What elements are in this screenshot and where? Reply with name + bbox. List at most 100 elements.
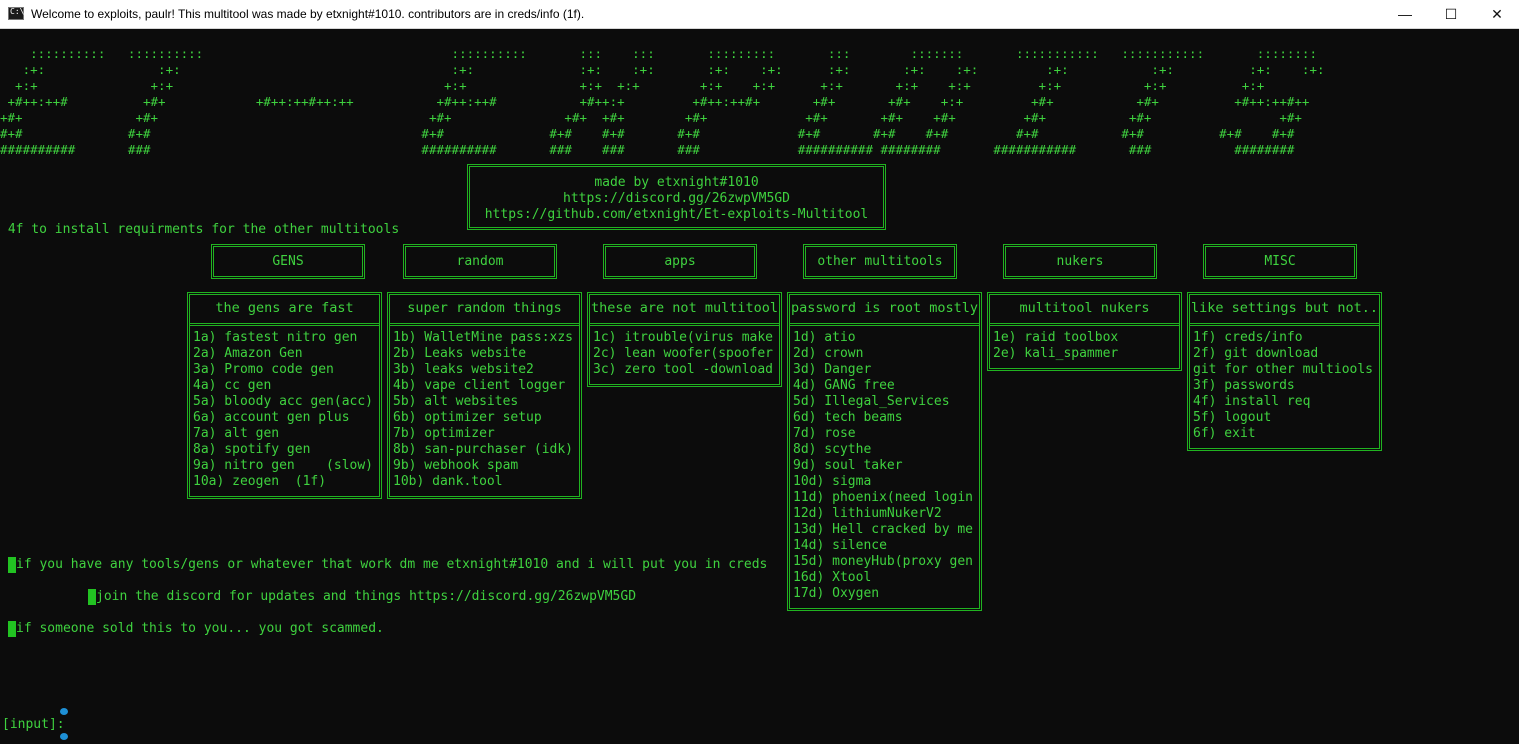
banner-line: :::::::::: :::::::::: :::::::::: ::: :::… (0, 46, 1317, 61)
menu-option: 2c) lean woofer(spoofer (593, 346, 774, 361)
menu-option: 2a) Amazon Gen (193, 346, 303, 361)
menu-option: 1d) atio (793, 330, 856, 345)
menu-option: 2b) Leaks website (393, 346, 527, 361)
maximize-button[interactable]: ☐ (1428, 0, 1474, 28)
window-title: Welcome to exploits, paulr! This multito… (31, 7, 585, 21)
menu-option: 5d) Illegal_Services (793, 394, 950, 409)
category-apps: apps (603, 244, 757, 279)
menu-option: 7a) alt gen (193, 426, 280, 441)
text-cursor-block (8, 621, 16, 637)
menu-option: 1e) raid toolbox (993, 330, 1119, 345)
panel-nukers: multitool nukers 1e) raid toolbox 2e) ka… (987, 292, 1182, 371)
menu-option: 10d) sigma (793, 474, 872, 489)
category-misc: MISC (1203, 244, 1357, 279)
credits-author: made by etxnight#1010 (594, 175, 759, 190)
console-area[interactable]: :::::::::: :::::::::: :::::::::: ::: :::… (0, 28, 1519, 744)
credits-box: made by etxnight#1010 https://discord.gg… (467, 164, 886, 230)
credits-github-link: https://github.com/etxnight/Et-exploits-… (484, 207, 869, 222)
menu-option: 3b) leaks website2 (393, 362, 534, 377)
window-titlebar[interactable]: Welcome to exploits, paulr! This multito… (0, 0, 1519, 29)
menu-option: 5f) logout (1193, 410, 1272, 425)
menu-option: 1f) creds/info (1193, 330, 1303, 345)
category-other-multitools: other multitools (803, 244, 957, 279)
menu-option: 10b) dank.tool (393, 474, 503, 489)
panel-header: the gens are fast (190, 295, 379, 326)
close-button[interactable]: ✕ (1474, 0, 1519, 28)
option-list: 1d) atio 2d) crown 3d) Danger 4d) GANG f… (790, 326, 979, 608)
banner-line: +:+ +:+ +:+ +:+ +:+ +:+ +:+ +:+ +:+ +:+ … (0, 78, 1265, 93)
panel-header: password is root mostly (790, 295, 979, 326)
category-nukers: nukers (1003, 244, 1157, 279)
panel-header: like settings but not.. (1190, 295, 1379, 326)
option-list: 1e) raid toolbox 2e) kali_spammer (990, 326, 1179, 368)
menu-option: 14d) silence (793, 538, 887, 553)
option-list: 1f) creds/info 2f) git download git for … (1190, 326, 1379, 448)
panel-header: multitool nukers (990, 295, 1179, 326)
panel-header: super random things (390, 295, 579, 326)
menu-option: 2e) kali_spammer (993, 346, 1119, 361)
text-cursor-block (8, 557, 16, 573)
menu-option: 11d) phoenix(need login (793, 490, 974, 505)
menu-option: 8a) spotify gen (193, 442, 311, 457)
menu-option: 7d) rose (793, 426, 856, 441)
menu-option: 4f) install req (1193, 394, 1311, 409)
panel-random: super random things 1b) WalletMine pass:… (387, 292, 582, 499)
panel-other-multitools: password is root mostly 1d) atio 2d) cro… (787, 292, 982, 611)
panel-gens: the gens are fast 1a) fastest nitro gen … (187, 292, 382, 499)
minimize-button[interactable]: — (1382, 0, 1428, 28)
menu-option: 4d) GANG free (793, 378, 895, 393)
input-prompt[interactable]: [input]: (2, 717, 65, 732)
panel-header: these are not multitool (590, 295, 779, 326)
menu-option: 2d) crown (793, 346, 864, 361)
panel-apps: these are not multitool 1c) itrouble(vir… (587, 292, 782, 387)
install-hint: 4f to install requirments for the other … (0, 222, 400, 237)
option-list: 1b) WalletMine pass:xzs 2b) Leaks websit… (390, 326, 579, 496)
category-gens: GENS (211, 244, 365, 279)
menu-option: 13d) Hell cracked by me (793, 522, 974, 537)
menu-option: 16d) Xtool (793, 570, 872, 585)
text-cursor-block (88, 589, 96, 605)
banner-line: +#+ +#+ +#+ +#+ +#+ +#+ +#+ +#+ +#+ +#+ … (0, 110, 1302, 125)
discord-message: join the discord for updates and things … (96, 589, 637, 604)
menu-option: 6f) exit (1193, 426, 1256, 441)
menu-option: 12d) lithiumNukerV2 (793, 506, 942, 521)
caret-marker-icon (60, 708, 68, 715)
tools-message: if you have any tools/gens or whatever t… (16, 557, 768, 572)
menu-option: 3a) Promo code gen (193, 362, 334, 377)
menu-option: 1a) fastest nitro gen (193, 330, 358, 345)
menu-option: 1b) WalletMine pass:xzs (393, 330, 574, 345)
menu-option: git for other multiools (1193, 362, 1374, 377)
menu-option: 4a) cc gen (193, 378, 272, 393)
console-app-icon (8, 7, 24, 20)
banner-line: +#++:++# +#+ +#++:++#++:++ +#++:++# +#++… (0, 94, 1310, 109)
menu-option: 9d) soul taker (793, 458, 903, 473)
credits-discord-link: https://discord.gg/26zwpVM5GD (563, 191, 790, 206)
caret-marker-icon (60, 733, 68, 740)
menu-option: 2f) git download (1193, 346, 1319, 361)
panel-misc: like settings but not.. 1f) creds/info 2… (1187, 292, 1382, 451)
category-random: random (403, 244, 557, 279)
menu-option: 8d) scythe (793, 442, 872, 457)
option-list: 1c) itrouble(virus make 2c) lean woofer(… (590, 326, 779, 384)
menu-option: 1c) itrouble(virus make (593, 330, 774, 345)
menu-option: 6d) tech beams (793, 410, 903, 425)
menu-option: 17d) Oxygen (793, 586, 880, 601)
menu-option: 6b) optimizer setup (393, 410, 542, 425)
menu-option: 7b) optimizer (393, 426, 495, 441)
menu-option: 10a) zeogen (1f) (193, 474, 327, 489)
menu-option: 8b) san-purchaser (idk) (393, 442, 574, 457)
menu-option: 5b) alt websites (393, 394, 519, 409)
banner-line: ########## ### ########## ### ### ### ##… (0, 142, 1295, 157)
menu-option: 3c) zero tool -download (593, 362, 774, 377)
menu-option: 6a) account gen plus (193, 410, 350, 425)
scam-warning: if someone sold this to you... you got s… (16, 621, 384, 636)
menu-option: 9a) nitro gen (slow) (193, 458, 374, 473)
option-list: 1a) fastest nitro gen 2a) Amazon Gen 3a)… (190, 326, 379, 496)
banner-line: :+: :+: :+: :+: :+: :+: :+: :+: :+: :+: … (0, 62, 1325, 77)
menu-option: 4b) vape client logger (393, 378, 566, 393)
menu-option: 5a) bloody acc gen(acc) (193, 394, 374, 409)
banner-line: #+# #+# #+# #+# #+# #+# #+# #+# #+# #+# … (0, 126, 1295, 141)
ascii-banner: :::::::::: :::::::::: :::::::::: ::: :::… (0, 46, 1325, 158)
menu-option: 3f) passwords (1193, 378, 1295, 393)
menu-option: 15d) moneyHub(proxy gen (793, 554, 974, 569)
